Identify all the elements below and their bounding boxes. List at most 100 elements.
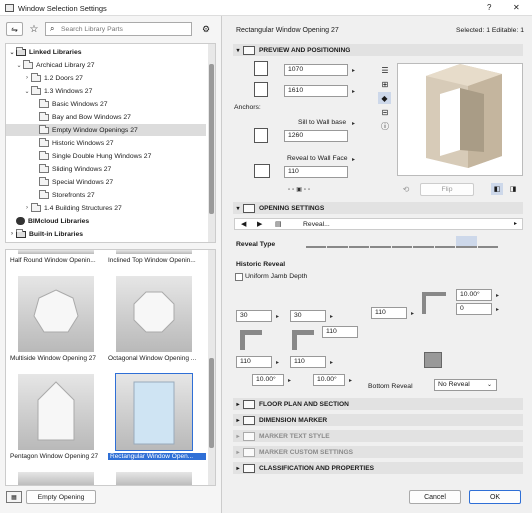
search-field[interactable]: ⌕ Search Library Parts [45, 22, 192, 36]
depth-right-arrow-icon[interactable]: ▸ [408, 308, 417, 318]
close-button[interactable]: ✕ [513, 3, 520, 12]
reveal-mode[interactable]: Reveal to Wall Face [287, 155, 348, 162]
angle-left-arrow-icon[interactable]: ▸ [285, 375, 294, 385]
mirror-left-icon[interactable]: ◧ [491, 183, 503, 195]
anchor-point-icons[interactable]: ▫▫▣▫▫ [288, 186, 334, 194]
tree-item-linked-libraries[interactable]: ⌄ Linked Libraries [8, 46, 82, 58]
tree-item-single-double-hung[interactable]: Single Double Hung Windows 27 [31, 150, 151, 162]
angle-top-field[interactable]: 10.00° [456, 289, 492, 301]
elevation-icon[interactable]: ⊟ [379, 107, 391, 118]
tree-item-builtin[interactable]: › Built-in Libraries [8, 228, 83, 240]
anchor-mode[interactable]: Sill to Wall base [298, 119, 346, 126]
thumb-label-pentagon[interactable]: Pentagon Window Opening 27 [10, 453, 108, 460]
height-field[interactable]: 1610 [284, 85, 348, 97]
search-input[interactable]: Search Library Parts [61, 26, 123, 33]
jamb-left-arrow-icon[interactable]: ▸ [273, 311, 282, 321]
width-arrow-icon[interactable]: ▸ [349, 65, 358, 75]
jamb-mid-field[interactable]: 30 [290, 310, 326, 322]
reveal-type-1-icon[interactable] [306, 236, 327, 248]
offset-arrow-icon[interactable]: ▸ [493, 304, 502, 314]
mirror-right-icon[interactable]: ◨ [507, 183, 519, 195]
ok-button[interactable]: OK [469, 490, 521, 504]
section-marker-text[interactable]: ▸ MARKER TEXT STYLE [233, 430, 523, 442]
tree-item-windows[interactable]: ⌄ 1.3 Windows 27 [23, 85, 92, 97]
3d-preview[interactable] [397, 63, 523, 176]
thumb-label-half-round[interactable]: Half Round Window Openin... [10, 257, 108, 264]
flip-button[interactable]: Flip [420, 183, 474, 196]
section-preview[interactable]: ▾ PREVIEW AND POSITIONING [233, 44, 523, 56]
angle-mid-field[interactable]: 10.00° [313, 374, 345, 386]
jamb-left-field[interactable]: 30 [236, 310, 272, 322]
reveal-type-6-icon[interactable] [413, 236, 434, 248]
reveal-type-8-icon[interactable] [456, 236, 477, 248]
thumb-rectangular[interactable] [115, 373, 193, 451]
help-button[interactable]: ? [487, 3, 491, 12]
settings-gear-icon[interactable]: ⚙ [197, 22, 215, 36]
reveal-type-5-icon[interactable] [391, 236, 413, 248]
section-dimension-marker[interactable]: ▸ DIMENSION MARKER [233, 414, 523, 426]
reveal-type-9-icon[interactable] [477, 236, 498, 248]
section-classification[interactable]: ▸ CLASSIFICATION AND PROPERTIES [233, 462, 523, 474]
thumb-multiside[interactable] [18, 276, 94, 352]
sill-field[interactable]: 1260 [284, 130, 348, 142]
thumb-octagonal[interactable] [116, 276, 192, 352]
tree-item-basic-windows[interactable]: Basic Windows 27 [31, 98, 108, 110]
info-icon[interactable]: ⓘ [379, 121, 391, 132]
section-floor-plan[interactable]: ▸ FLOOR PLAN AND SECTION [233, 398, 523, 410]
height-arrow-icon[interactable]: ▸ [349, 86, 358, 96]
tree-item-bimcloud[interactable]: BIMcloud Libraries [8, 215, 89, 227]
next-panel-icon[interactable]: ▶ [257, 220, 262, 228]
cancel-button[interactable]: Cancel [409, 490, 461, 504]
tree-scrollbar[interactable] [208, 44, 215, 242]
reveal-type-3-icon[interactable] [348, 236, 370, 248]
angle-left-field[interactable]: 10.00° [252, 374, 284, 386]
section-opening[interactable]: ▾ OPENING SETTINGS [233, 202, 523, 214]
reveal-field[interactable]: 110 [284, 166, 348, 178]
depth-bottom-arrow-icon[interactable]: ▸ [327, 357, 336, 367]
tree-item-bay-bow-windows[interactable]: Bay and Bow Windows 27 [31, 111, 131, 123]
reveal-type-7-icon[interactable] [434, 236, 456, 248]
jamb-mid-arrow-icon[interactable]: ▸ [327, 311, 336, 321]
uniform-jamb-checkbox[interactable] [235, 273, 243, 281]
tree-item-historic-windows[interactable]: Historic Windows 27 [31, 137, 114, 149]
grid-view-icon[interactable]: ⊞ [379, 79, 391, 90]
depth-mid-field[interactable]: 110 [322, 326, 358, 338]
section-marker-custom[interactable]: ▸ MARKER CUSTOM SETTINGS [233, 446, 523, 458]
reveal-mode-arrow-icon[interactable]: ▸ [349, 154, 358, 164]
depth-left-field[interactable]: 110 [236, 356, 272, 368]
empty-opening-button[interactable]: Empty Opening [26, 490, 96, 504]
tree-item-archicad-library[interactable]: ⌄ Archicad Library 27 [15, 59, 95, 71]
angle-mid-arrow-icon[interactable]: ▸ [346, 375, 355, 385]
width-field[interactable]: 1070 [284, 64, 348, 76]
anchor-mode-arrow-icon[interactable]: ▸ [349, 118, 358, 128]
thumb-label-rectangular[interactable]: Rectangular Window Open... [108, 453, 206, 460]
angle-top-arrow-icon[interactable]: ▸ [493, 290, 502, 300]
thumb-scrollbar[interactable] [208, 250, 215, 485]
tree-item-building-structures[interactable]: › 1.4 Building Structures 27 [23, 202, 122, 214]
depth-bottom-field[interactable]: 110 [290, 356, 326, 368]
thumb-label-multiside[interactable]: Multiside Window Opening 27 [10, 355, 108, 362]
tree-item-storefronts[interactable]: Storefronts 27 [31, 189, 95, 201]
offset-field[interactable]: 0 [456, 303, 492, 315]
panel-list-icon[interactable]: ▤ [275, 220, 282, 228]
reveal-type-4-icon[interactable] [370, 236, 391, 248]
empty-opening-icon: ▦ [6, 491, 22, 503]
thumb-label-octagonal[interactable]: Octagonal Window Opening ... [108, 355, 206, 362]
3d-view-icon[interactable]: ◆ [378, 92, 391, 104]
reveal-type-options[interactable] [306, 236, 498, 248]
thumb-label-inclined-top[interactable]: Inclined Top Window Openin... [108, 257, 206, 264]
panel-name[interactable]: Reveal... [303, 221, 330, 228]
plan-view-icon[interactable]: ☰ [379, 65, 391, 76]
thumb-pentagon[interactable] [18, 374, 94, 450]
tree-item-doors[interactable]: › 1.2 Doors 27 [23, 72, 83, 84]
reveal-type-2-icon[interactable] [327, 236, 348, 248]
tree-item-sliding-windows[interactable]: Sliding Windows 27 [31, 163, 111, 175]
library-manager-button[interactable]: ⇋ [6, 22, 23, 36]
depth-left-arrow-icon[interactable]: ▸ [273, 357, 282, 367]
panel-dropdown-icon[interactable]: ▸ [514, 220, 517, 227]
depth-right-field[interactable]: 110 [371, 307, 407, 319]
tree-item-empty-window-openings[interactable]: Empty Window Openings 27 [6, 124, 206, 136]
prev-panel-icon[interactable]: ◀ [241, 220, 246, 228]
tree-item-special-windows[interactable]: Special Windows 27 [31, 176, 113, 188]
favorites-star-icon[interactable]: ☆ [27, 22, 41, 36]
